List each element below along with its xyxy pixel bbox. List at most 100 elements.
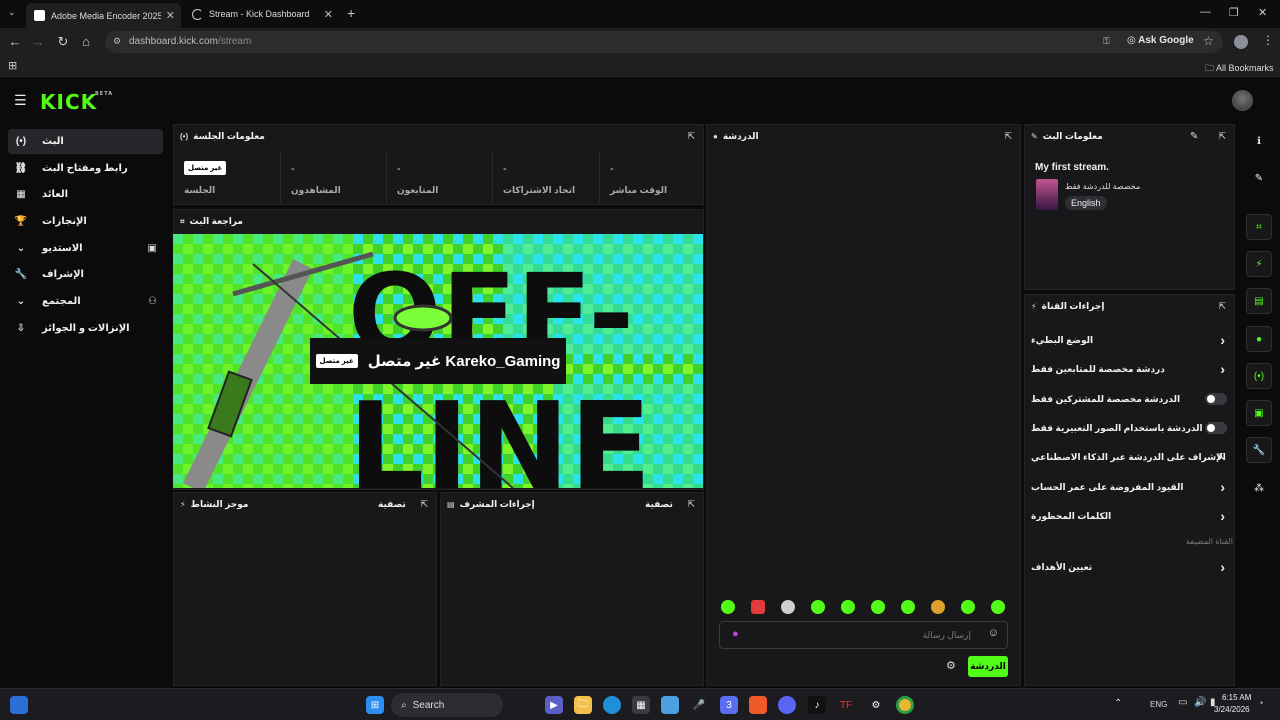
sidebar-item-moderation[interactable]: 🔧 الإشراف [8,262,163,287]
sidebar-item-stream[interactable]: (•) البث [8,129,163,154]
file-explorer-icon[interactable]: 🗀 [574,696,592,714]
action-slow-mode[interactable]: الوضع البطيء › [1031,330,1227,350]
close-tab-icon[interactable]: ✕ [166,9,175,22]
emote-icon[interactable] [871,600,885,614]
broadcast-icon[interactable]: (•) [1246,363,1272,389]
volume-icon[interactable]: 🔊 [1194,697,1206,708]
popout-icon[interactable]: ⇱ [1218,301,1226,312]
add-widget-icon[interactable]: ⁂ [1246,475,1272,501]
tab-search-dropdown-icon[interactable]: ⌄ [8,7,16,18]
home-icon[interactable]: ⌂ [78,34,94,49]
hamburger-menu-icon[interactable]: ☰ [14,92,27,109]
emote-icon[interactable] [751,600,765,614]
all-bookmarks-button[interactable]: 🗀 All Bookmarks [1205,61,1274,77]
app-settings-icon[interactable]: ⚙ [867,696,885,714]
emote-icon[interactable] [811,600,825,614]
popout-icon[interactable]: ⇱ [687,499,695,510]
chat-message-input[interactable]: ● إرسال رسالة ☺ [719,621,1008,649]
meet-icon[interactable]: ▶ [545,696,563,714]
network-icon[interactable]: ▭ [1178,697,1187,708]
tray-chevron-icon[interactable]: ⌃ [1114,698,1122,709]
sidebar-item-revenue[interactable]: ▦ العائد [8,182,163,207]
bookmark-star-icon[interactable]: ☆ [1203,34,1214,48]
emoji-icon[interactable]: ☺ [988,627,999,639]
back-icon[interactable]: ← [7,34,23,49]
sidebar-item-stream-key[interactable]: ⛓ رابط ومفتاح البث [8,156,163,181]
sidebar-item-community[interactable]: ⌄ المجتمع ⚇ [8,289,163,314]
edit-icon[interactable]: ✎ [1246,165,1272,191]
document-icon[interactable]: ▤ [1246,288,1272,314]
panel-title: ▤ إجراءات المشرف [447,499,535,509]
popout-icon[interactable]: ⇱ [420,499,428,510]
filter-button[interactable]: تصفية [645,499,673,510]
emote-icon[interactable] [991,600,1005,614]
password-key-icon[interactable]: ⚿ [1103,36,1110,47]
site-info-icon[interactable]: ⚙ [113,36,121,47]
new-tab-icon[interactable]: + [347,5,355,21]
forward-icon[interactable]: → [30,34,46,49]
chat-bubble-icon[interactable]: ● [1246,326,1272,352]
popout-icon[interactable]: ⇱ [1218,131,1226,142]
sidebar-item-studio[interactable]: ⌄ الاستديو ▣ [8,236,163,261]
emote-icon[interactable] [901,600,915,614]
browser-menu-icon[interactable]: ⋮ [1262,33,1274,47]
mic-app-icon[interactable]: 🎤 [690,696,708,714]
app-3-icon[interactable]: 3 [720,696,738,714]
close-tab-icon[interactable]: ✕ [324,8,333,21]
reload-icon[interactable]: ↻ [55,34,71,50]
address-bar[interactable]: ⚙ dashboard.kick.com/stream ⚿ ◎ Ask Goog… [105,31,1223,53]
start-icon[interactable]: ⊞ [366,696,384,714]
action-set-goals[interactable]: تعيين الأهداف › [1031,557,1227,577]
tf-app-icon[interactable]: TF [837,696,855,714]
info-icon[interactable]: ℹ [1246,128,1272,154]
edit-icon[interactable]: ✎ [1190,131,1198,142]
filter-button[interactable]: تصفية [378,499,406,510]
popout-icon[interactable]: ⇱ [1004,131,1012,142]
close-window-icon[interactable]: ✕ [1258,6,1267,19]
ask-google-button[interactable]: ◎ Ask Google [1127,35,1194,46]
taskbar-search[interactable]: ⌕ Search [391,693,503,717]
mic-icon[interactable]: ● [732,628,739,640]
emote-icon[interactable] [931,600,945,614]
profile-avatar[interactable] [1234,35,1248,49]
bolt-icon[interactable]: ⚡ [1246,251,1272,277]
subscribers-only-toggle[interactable] [1205,393,1227,405]
kick-logo[interactable]: KICK BETA [40,90,112,114]
clock-time[interactable]: 6:15 AM [1222,693,1251,702]
action-account-age[interactable]: القيود المفروضة على عمر الحساب › [1031,477,1227,497]
wrench-icon[interactable]: 🔧 [1246,437,1272,463]
user-avatar[interactable] [1232,90,1253,111]
tab-adobe-media-encoder[interactable]: Adobe Media Encoder 2025 v2 ✕ [26,3,181,28]
chat-settings-icon[interactable]: ⚙ [946,659,956,672]
apps-grid-icon[interactable]: ⊞ [8,59,17,72]
action-followers-only[interactable]: دردشة مخصصة للمتابعين فقط › [1031,359,1227,379]
language-indicator[interactable]: ENG [1150,700,1167,709]
store-icon[interactable]: ▦ [632,696,650,714]
minimize-icon[interactable]: — [1200,6,1211,18]
tiktok-icon[interactable]: ♪ [808,696,826,714]
emote-icon[interactable] [781,600,795,614]
layout-icon[interactable]: ▣ [1246,400,1272,426]
emotes-only-toggle[interactable] [1205,422,1227,434]
sidebar-item-drops[interactable]: ⇩ الإنزالات و الجوائز [8,316,163,341]
notification-icon[interactable]: ◔ [1258,698,1263,708]
emote-icon[interactable] [841,600,855,614]
action-banned-words[interactable]: الكلمات المحظورة › [1031,506,1227,526]
brave-icon[interactable] [749,696,767,714]
popout-icon[interactable]: ⇱ [687,131,695,142]
maximize-icon[interactable]: ❐ [1229,6,1239,19]
chat-send-button[interactable]: الدردشة [968,656,1008,677]
photos-icon[interactable] [661,696,679,714]
category-name[interactable]: مخصصة للدردشة فقط [1065,182,1140,191]
sidebar-item-achievements[interactable]: 🏆 الإنجازات [8,209,163,234]
scan-icon[interactable]: ⌗ [1246,214,1272,240]
widgets-icon[interactable] [10,696,28,714]
emote-icon[interactable] [721,600,735,614]
emote-icon[interactable] [961,600,975,614]
clock-date[interactable]: 3/24/2026 [1214,705,1250,714]
action-ai-moderation[interactable]: الإشراف على الدردشة عبر الذكاء الاصطناعي… [1031,447,1227,467]
chrome-icon[interactable] [896,696,914,714]
edge-icon[interactable] [603,696,621,714]
tab-kick-dashboard[interactable]: Stream - Kick Dashboard ✕ [184,3,339,25]
discord-icon[interactable] [778,696,796,714]
